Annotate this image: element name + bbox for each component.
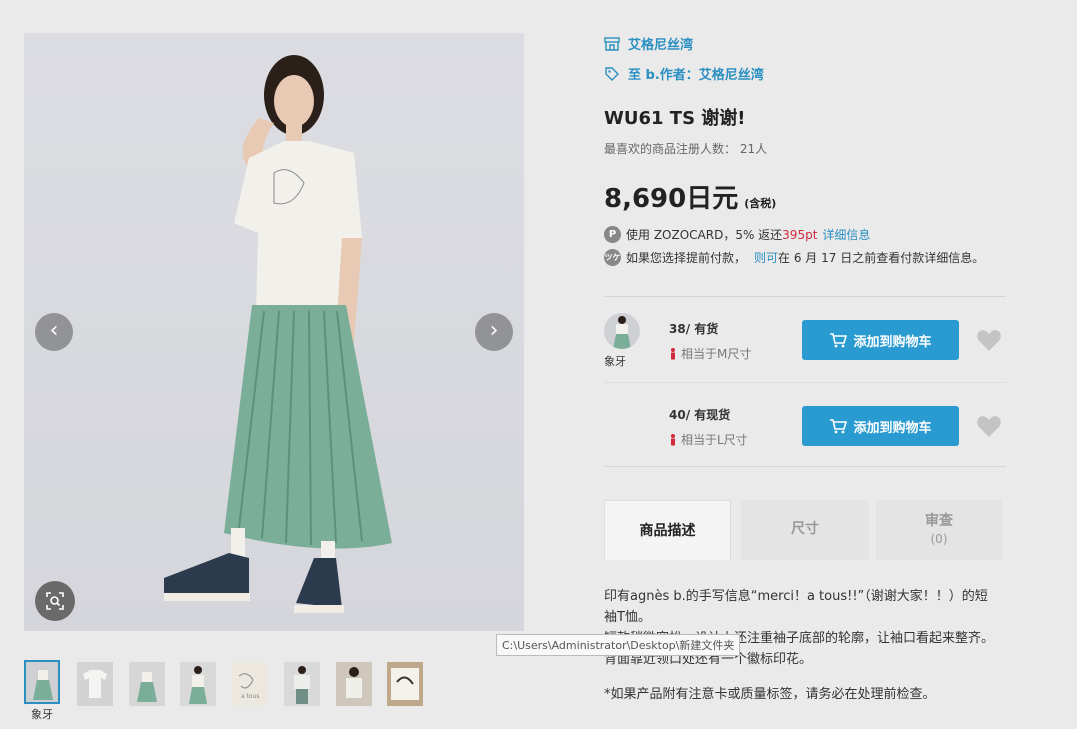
- cart-icon: [830, 419, 848, 434]
- shop-icon: [604, 36, 620, 51]
- sku-fit-text: 相当于M尺寸: [681, 347, 752, 361]
- thumbnail-8[interactable]: [387, 662, 423, 706]
- description-note: *如果产品附有注意卡或质量标签，请务必在处理前检查。: [604, 687, 936, 702]
- description-line: 印有agnès b.的手写信息“merci！a tous!!”（谢谢大家！！）的…: [604, 589, 988, 625]
- tax-note: (含税): [744, 197, 777, 210]
- zozocard-points: 395pt: [782, 227, 818, 242]
- product-title: WU61 TS 谢谢!: [604, 108, 746, 129]
- zozocard-text: 使用 ZOZOCARD，5% 返还: [626, 228, 783, 242]
- add-to-cart-label: 添加到购物车: [853, 334, 932, 350]
- thumbnail-7[interactable]: [336, 662, 372, 706]
- zoom-icon: [46, 592, 64, 610]
- chevron-left-icon: ‹: [49, 318, 59, 343]
- tab-review-label: 审查: [925, 513, 953, 529]
- price-value: 8,690日元: [604, 184, 739, 214]
- zozocard-details-link[interactable]: 详细信息: [822, 226, 870, 243]
- thumbnail-color-label: 象牙: [31, 708, 53, 721]
- chevron-right-icon: ›: [489, 318, 499, 343]
- thumbnail-6[interactable]: [284, 662, 320, 706]
- cart-icon: [830, 333, 848, 348]
- zozocard-info: P 使用 ZOZOCARD，5% 返还 395pt 详细信息: [604, 226, 870, 243]
- deferred-payment-info: ツケ 如果您选择提前付款， 则可在 6 月 17 日之前查看付款详细信息。: [604, 249, 984, 266]
- favorite-count-value: 21人: [739, 142, 768, 156]
- points-icon: P: [604, 226, 621, 243]
- product-price: 8,690日元 (含税): [604, 178, 776, 215]
- svg-text:a tous: a tous: [241, 693, 260, 700]
- deferred-link[interactable]: 则可: [754, 249, 778, 266]
- tab-size[interactable]: 尺寸: [741, 500, 869, 560]
- previous-image-button[interactable]: ‹: [35, 313, 73, 351]
- sku-color-swatch[interactable]: [604, 313, 640, 349]
- favorite-count-label: 最喜欢的商品注册人数：: [604, 142, 737, 156]
- main-product-image[interactable]: [24, 33, 524, 631]
- zoom-button[interactable]: [35, 581, 75, 621]
- favorite-count: 最喜欢的商品注册人数： 21人: [604, 140, 767, 157]
- deferred-payment-icon: ツケ: [604, 249, 621, 266]
- divider: [604, 296, 1006, 297]
- brand-tag-link[interactable]: 至 b.作者：艾格尼丝湾: [604, 64, 764, 83]
- thumbnail-1[interactable]: [24, 660, 60, 704]
- person-icon: [671, 347, 675, 359]
- product-tabs: 商品描述 尺寸 审查 (0): [604, 500, 1006, 560]
- tag-icon: [605, 66, 619, 81]
- path-tooltip: C:\Users\Administrator\Desktop\新建文件夹: [496, 634, 741, 656]
- sku-size-stock: 38/ 有货: [669, 322, 719, 336]
- deferred-text: 如果您选择提前付款，: [626, 251, 747, 265]
- divider: [604, 466, 1006, 467]
- thumbnail-5[interactable]: a tous: [231, 662, 267, 706]
- sku-fit-text: 相当于L尺寸: [681, 433, 748, 447]
- sku-color-label: 象牙: [604, 355, 626, 368]
- add-to-cart-button[interactable]: 添加到购物车: [802, 406, 959, 446]
- tab-review[interactable]: 审查 (0): [876, 500, 1002, 560]
- thumbnail-3[interactable]: [129, 662, 165, 706]
- divider: [604, 382, 1006, 383]
- shop-link[interactable]: 艾格尼丝湾: [604, 34, 693, 53]
- heart-icon[interactable]: [976, 328, 1002, 352]
- brand-tag-text: 至 b.作者：艾格尼丝湾: [628, 68, 764, 83]
- tab-description[interactable]: 商品描述: [604, 500, 731, 560]
- person-icon: [671, 433, 675, 445]
- sku-fit: 相当于M尺寸: [669, 345, 751, 362]
- thumbnail-2[interactable]: [77, 662, 113, 706]
- thumbnail-4[interactable]: [180, 662, 216, 706]
- add-to-cart-button[interactable]: 添加到购物车: [802, 320, 959, 360]
- tab-review-count: (0): [930, 532, 948, 546]
- model-photo: [164, 55, 392, 613]
- heart-icon[interactable]: [976, 414, 1002, 438]
- add-to-cart-label: 添加到购物车: [853, 420, 932, 436]
- deferred-suffix: 在 6 月 17 日之前查看付款详细信息。: [778, 251, 985, 265]
- next-image-button[interactable]: ›: [475, 313, 513, 351]
- sku-fit: 相当于L尺寸: [669, 431, 748, 448]
- sku-size-stock: 40/ 有现货: [669, 408, 731, 422]
- shop-name: 艾格尼丝湾: [628, 38, 694, 53]
